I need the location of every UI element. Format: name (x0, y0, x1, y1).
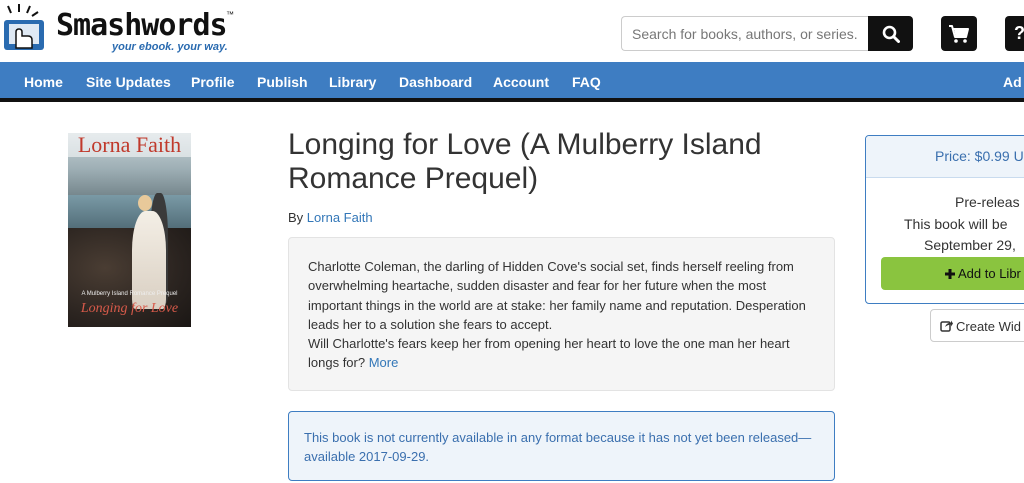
search-icon (882, 25, 900, 43)
smashwords-logo-icon[interactable] (2, 4, 48, 54)
book-title: Longing for Love (A Mulberry Island Roma… (288, 128, 762, 195)
cart-icon (949, 24, 969, 43)
availability-notice: This book is not currently available in … (288, 411, 835, 481)
book-cover[interactable]: Lorna Faith A Mulberry Island Romance Pr… (68, 133, 191, 327)
create-widget-button[interactable]: Create Wid (930, 309, 1024, 342)
price-panel: Price: $0.99 U Pre-releas This book will… (865, 135, 1024, 304)
plus-icon (945, 269, 955, 279)
help-button[interactable]: ? (1005, 16, 1024, 51)
cover-figure-head (138, 195, 152, 211)
book-description: Charlotte Coleman, the darling of Hidden… (288, 237, 835, 391)
nav-item-account[interactable]: Account (493, 74, 549, 90)
description-paragraph-1: Charlotte Coleman, the darling of Hidden… (308, 259, 806, 332)
nav-item-faq[interactable]: FAQ (572, 74, 601, 90)
nav-item-profile[interactable]: Profile (191, 74, 235, 90)
byline-prefix: By (288, 210, 304, 225)
cart-button[interactable] (941, 16, 977, 51)
add-to-library-label: Add to Libr (958, 266, 1021, 281)
nav-item-ad[interactable]: Ad (1003, 74, 1022, 90)
release-info-line-2: September 29, (924, 237, 1016, 253)
release-info-line-1: This book will be (904, 216, 1008, 232)
nav-item-site-updates[interactable]: Site Updates (86, 74, 171, 90)
share-icon (940, 320, 953, 332)
cover-subtitle: A Mulberry Island Romance Prequel (81, 291, 178, 297)
site-header: Smashwords ™ your ebook. your way. ? (0, 0, 1024, 62)
main-nav: Home Site Updates Profile Publish Librar… (0, 62, 1024, 102)
price-label: Price: $0.99 U (866, 136, 1024, 178)
cover-title: Longing for Love (80, 301, 179, 316)
logo-tagline: your ebook. your way. (112, 41, 228, 53)
search-button[interactable] (868, 16, 913, 51)
create-widget-label: Create Wid (956, 319, 1022, 334)
search-input[interactable] (621, 16, 869, 51)
byline: By Lorna Faith (288, 210, 373, 225)
nav-item-home[interactable]: Home (24, 74, 63, 90)
nav-item-dashboard[interactable]: Dashboard (399, 74, 472, 90)
more-link[interactable]: More (369, 355, 399, 370)
add-to-library-button[interactable]: Add to Libr (881, 257, 1024, 290)
site-logo-text[interactable]: Smashwords (56, 8, 228, 43)
pre-release-label: Pre-releas (955, 194, 1020, 210)
author-link[interactable]: Lorna Faith (307, 210, 373, 225)
description-paragraph-2: Will Charlotte's fears keep her from ope… (308, 334, 815, 373)
logo-trademark: ™ (226, 10, 234, 19)
nav-item-library[interactable]: Library (329, 74, 376, 90)
nav-item-publish[interactable]: Publish (257, 74, 308, 90)
cover-author: Lorna Faith (68, 133, 191, 157)
